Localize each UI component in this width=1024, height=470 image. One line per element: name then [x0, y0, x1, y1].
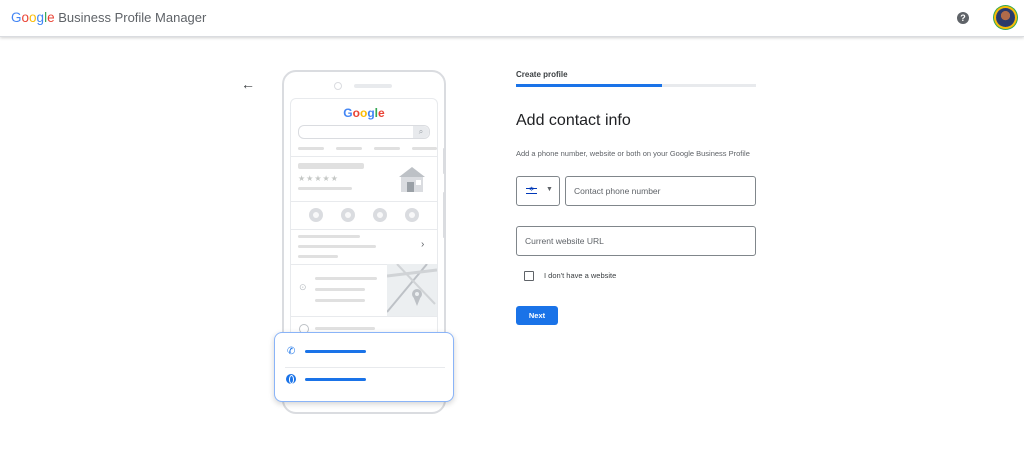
divider	[291, 201, 437, 202]
call-icon	[309, 208, 323, 222]
placeholder-line	[298, 235, 360, 238]
website-url-input[interactable]	[516, 226, 756, 256]
phone-number-input[interactable]	[565, 176, 756, 206]
website-line	[305, 378, 366, 381]
placeholder-line	[298, 147, 324, 150]
country-code-select[interactable]: ▼	[516, 176, 560, 206]
avatar[interactable]	[996, 8, 1015, 27]
divider	[291, 316, 437, 317]
divider	[285, 367, 445, 368]
next-button[interactable]: Next	[516, 306, 558, 325]
location-pin-icon: ⊙	[299, 282, 307, 292]
google-logo: Google	[11, 10, 55, 25]
chevron-right-icon: ›	[421, 239, 425, 250]
search-bar-illustration: ⌕	[298, 125, 430, 139]
placeholder-line	[336, 147, 362, 150]
save-icon	[373, 208, 387, 222]
product-name: Business Profile Manager	[58, 10, 207, 25]
brand[interactable]: Google Business Profile Manager	[11, 10, 206, 25]
step-label: Create profile	[516, 70, 568, 79]
placeholder-line	[315, 327, 375, 330]
placeholder-line	[298, 163, 364, 169]
help-circle-icon[interactable]: ?	[957, 12, 969, 24]
side-button	[443, 148, 446, 174]
side-button	[443, 192, 446, 238]
page-title: Add contact info	[516, 112, 631, 129]
phone-icon: ✆	[287, 346, 296, 357]
google-logo-illustration: Google	[343, 106, 385, 120]
placeholder-line	[298, 245, 376, 248]
contact-card-illustration: ✆	[274, 332, 454, 402]
back-arrow-icon[interactable]: ←	[241, 76, 255, 92]
placeholder-line	[315, 299, 365, 302]
placeholder-line	[298, 187, 352, 190]
directions-icon	[341, 208, 355, 222]
progress-fill	[516, 84, 663, 87]
top-app-bar: Google Business Profile Manager ?	[0, 0, 1024, 37]
no-website-label[interactable]: I don't have a website	[544, 271, 616, 280]
search-icon: ⌕	[413, 126, 429, 138]
page-subtitle: Add a phone number, website or both on y…	[516, 149, 750, 158]
camera-dot	[334, 82, 342, 90]
israel-flag-icon	[526, 186, 537, 195]
divider	[291, 156, 437, 157]
storefront-icon	[399, 167, 425, 192]
placeholder-line	[315, 277, 377, 280]
progress-bar	[516, 84, 756, 87]
website-icon	[405, 208, 419, 222]
map-thumbnail	[387, 264, 437, 316]
star-rating-icon: ★★★★★	[298, 174, 339, 183]
divider	[291, 229, 437, 230]
placeholder-line	[374, 147, 400, 150]
chevron-down-icon: ▼	[546, 186, 553, 193]
phone-line	[305, 350, 366, 353]
globe-icon	[286, 374, 296, 384]
no-website-checkbox[interactable]	[524, 271, 534, 281]
placeholder-line	[412, 147, 437, 150]
speaker-slot	[354, 84, 392, 88]
placeholder-line	[298, 255, 338, 258]
placeholder-line	[315, 288, 365, 291]
